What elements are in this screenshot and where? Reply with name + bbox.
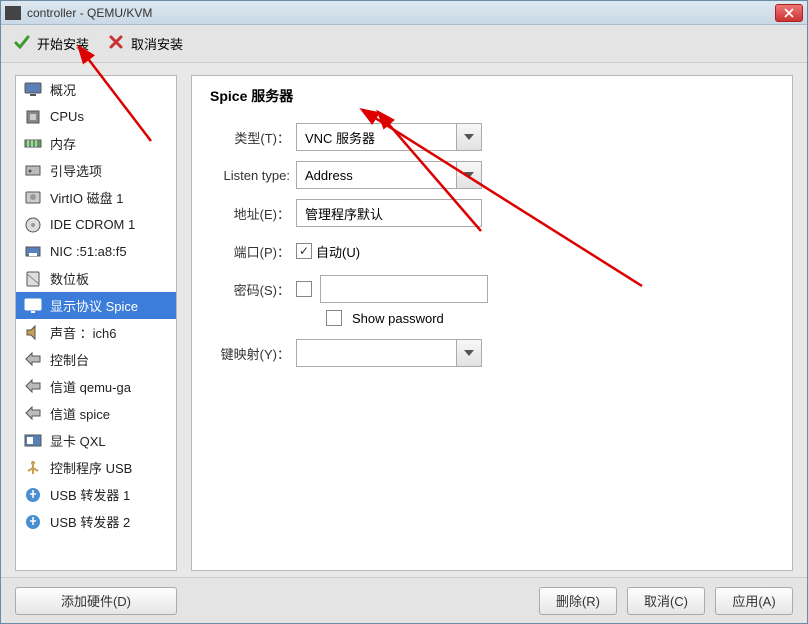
- console-icon: [24, 352, 42, 368]
- sidebar-item-label: 信道 qemu-ga: [50, 377, 131, 396]
- usb-ctrl-icon: [24, 460, 42, 476]
- sidebar-item-label: 显卡 QXL: [50, 431, 106, 450]
- sidebar-item[interactable]: NIC :51:a8:f5: [16, 238, 176, 265]
- sidebar-item[interactable]: 控制程序 USB: [16, 454, 176, 481]
- begin-install-label: 开始安装: [37, 34, 89, 53]
- address-label: 地址(E)：: [210, 204, 296, 223]
- panel-title: Spice 服务器: [210, 86, 774, 106]
- tablet-icon: [24, 271, 42, 287]
- sidebar-item-label: USB 转发器 2: [50, 512, 130, 531]
- footer: 添加硬件(D) 删除(R) 取消(C) 应用(A): [1, 577, 807, 623]
- begin-install-button[interactable]: 开始安装: [13, 33, 89, 54]
- main-panel: Spice 服务器 类型(T)： VNC 服务器 Listen type: Ad…: [191, 75, 793, 571]
- sidebar-item[interactable]: 概况: [16, 76, 176, 103]
- sidebar-item-label: 显示协议 Spice: [50, 296, 138, 315]
- sidebar-item[interactable]: VirtIO 磁盘 1: [16, 184, 176, 211]
- sidebar-item[interactable]: CPUs: [16, 103, 176, 130]
- keymap-dropdown-button[interactable]: [456, 339, 482, 367]
- listen-label: Listen type:: [210, 168, 296, 183]
- delete-button[interactable]: 删除(R): [539, 587, 617, 615]
- type-label: 类型(T)：: [210, 128, 296, 147]
- nic-icon: [24, 244, 42, 260]
- password-input[interactable]: [320, 275, 488, 303]
- usb-redir-icon: [24, 514, 42, 530]
- chevron-down-icon: [464, 172, 474, 178]
- sidebar-item-label: 概况: [50, 80, 76, 99]
- cdrom-icon: [24, 217, 42, 233]
- sidebar-item-label: 引导选项: [50, 161, 102, 180]
- sidebar-item[interactable]: 信道 qemu-ga: [16, 373, 176, 400]
- keymap-value: [296, 339, 456, 367]
- address-input[interactable]: [296, 199, 482, 227]
- sidebar-item[interactable]: USB 转发器 1: [16, 481, 176, 508]
- sidebar-item-label: 内存: [50, 134, 76, 153]
- sidebar-item-label: 声音 ：ich6: [50, 323, 116, 342]
- sidebar-item-label: 信道 spice: [50, 404, 110, 423]
- type-combo[interactable]: VNC 服务器: [296, 123, 482, 151]
- cancel-install-button[interactable]: 取消安装: [107, 33, 183, 54]
- usb-redir-icon: [24, 487, 42, 503]
- video-icon: [24, 433, 42, 449]
- show-password-label: Show password: [352, 311, 444, 326]
- channel-icon: [24, 406, 42, 422]
- close-button[interactable]: [775, 4, 803, 22]
- chevron-down-icon: [464, 350, 474, 356]
- channel-icon: [24, 379, 42, 395]
- cpu-icon: [24, 109, 42, 125]
- cancel-install-label: 取消安装: [131, 34, 183, 53]
- port-label: 端口(P)：: [210, 242, 296, 261]
- listen-value: Address: [296, 161, 456, 189]
- listen-dropdown-button[interactable]: [456, 161, 482, 189]
- monitor-icon: [24, 82, 42, 98]
- type-value: VNC 服务器: [296, 123, 456, 151]
- sidebar-item-label: CPUs: [50, 109, 84, 124]
- sidebar-item[interactable]: 信道 spice: [16, 400, 176, 427]
- chevron-down-icon: [464, 134, 474, 140]
- hardware-list[interactable]: 概况 CPUs 内存引导选项 VirtIO 磁盘 1 IDE CDROM 1 NIC :5…: [15, 75, 177, 571]
- window: controller - QEMU/KVM 开始安装 取消安装 概况 CPUs 内存…: [0, 0, 808, 624]
- display-icon: [24, 298, 42, 314]
- memory-icon: [24, 136, 42, 152]
- type-dropdown-button[interactable]: [456, 123, 482, 151]
- sidebar: 概况 CPUs 内存引导选项 VirtIO 磁盘 1 IDE CDROM 1 NIC :5…: [15, 75, 177, 571]
- keymap-label: 键映射(Y)：: [210, 344, 296, 363]
- sidebar-item[interactable]: 显卡 QXL: [16, 427, 176, 454]
- sidebar-item-label: 控制台: [50, 350, 89, 369]
- app-icon: [5, 6, 21, 20]
- body: 概况 CPUs 内存引导选项 VirtIO 磁盘 1 IDE CDROM 1 NIC :5…: [1, 63, 807, 577]
- boot-icon: [24, 163, 42, 179]
- apply-button[interactable]: 应用(A): [715, 587, 793, 615]
- listen-combo[interactable]: Address: [296, 161, 482, 189]
- toolbar: 开始安装 取消安装: [1, 25, 807, 63]
- sidebar-item[interactable]: 数位板: [16, 265, 176, 292]
- sidebar-item[interactable]: IDE CDROM 1: [16, 211, 176, 238]
- sound-icon: [24, 325, 42, 341]
- close-icon: [784, 8, 794, 18]
- keymap-combo[interactable]: [296, 339, 482, 367]
- check-icon: [13, 33, 31, 54]
- password-checkbox[interactable]: [296, 281, 312, 297]
- sidebar-item[interactable]: 引导选项: [16, 157, 176, 184]
- sidebar-item-label: 数位板: [50, 269, 89, 288]
- password-label: 密码(S)：: [210, 280, 296, 299]
- port-auto-checkbox[interactable]: [296, 243, 312, 259]
- titlebar: controller - QEMU/KVM: [1, 1, 807, 25]
- sidebar-item-label: NIC :51:a8:f5: [50, 244, 127, 259]
- add-hardware-button[interactable]: 添加硬件(D): [15, 587, 177, 615]
- sidebar-item-label: IDE CDROM 1: [50, 217, 135, 232]
- sidebar-item[interactable]: 控制台: [16, 346, 176, 373]
- window-title: controller - QEMU/KVM: [27, 6, 775, 20]
- sidebar-item[interactable]: 显示协议 Spice: [16, 292, 176, 319]
- sidebar-item-label: 控制程序 USB: [50, 458, 132, 477]
- sidebar-item[interactable]: 内存: [16, 130, 176, 157]
- cancel-button[interactable]: 取消(C): [627, 587, 705, 615]
- sidebar-item[interactable]: 声音 ：ich6: [16, 319, 176, 346]
- sidebar-item[interactable]: USB 转发器 2: [16, 508, 176, 535]
- sidebar-item-label: VirtIO 磁盘 1: [50, 188, 123, 207]
- show-password-checkbox[interactable]: [326, 310, 342, 326]
- port-auto-label: 自动(U): [316, 242, 360, 261]
- disk-icon: [24, 190, 42, 206]
- x-icon: [107, 33, 125, 54]
- sidebar-item-label: USB 转发器 1: [50, 485, 130, 504]
